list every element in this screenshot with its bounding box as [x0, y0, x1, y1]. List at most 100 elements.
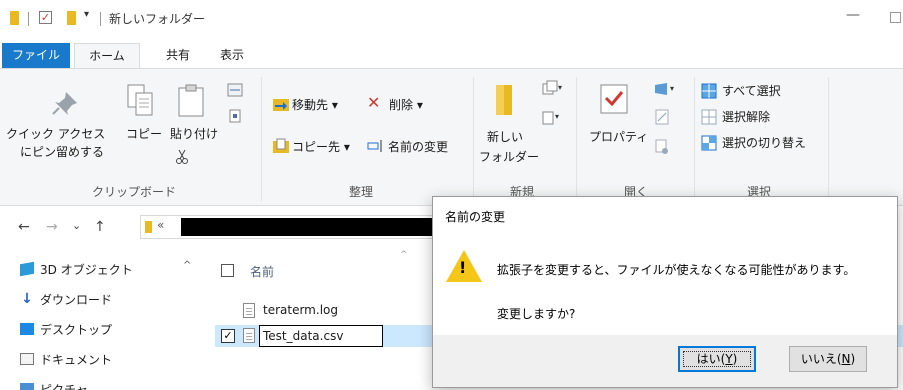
column-header-name[interactable]: 名前	[250, 263, 274, 280]
minimize-button[interactable]: —	[846, 7, 860, 23]
address-bar[interactable]: «	[140, 215, 440, 239]
select-all-label: すべて選択	[722, 84, 781, 98]
rename-warning-dialog: 名前の変更 ! 拡張子を変更すると、ファイルが使えなくなる可能性があります。 変…	[432, 196, 898, 388]
text-file-icon	[243, 303, 255, 318]
new-folder-quick-icon[interactable]	[67, 11, 76, 25]
yes-button[interactable]: はい(Y)	[678, 346, 756, 372]
separator	[100, 12, 101, 26]
rename-label: 名前の変更	[388, 140, 449, 154]
open-icon[interactable]: ▾	[653, 81, 677, 97]
paste-label: 貼り付け	[170, 127, 219, 141]
dialog-body: ! 拡張子を変更すると、ファイルが使えなくなる可能性があります。 変更しますか?	[433, 231, 897, 335]
cut-icon[interactable]	[175, 149, 189, 165]
tab-home[interactable]: ホーム	[74, 43, 140, 69]
recent-locations-button[interactable]: ⌄	[72, 219, 81, 232]
nav-item-label: ピクチャ	[40, 382, 88, 390]
back-button[interactable]: ←	[18, 219, 30, 235]
maximize-button[interactable]	[890, 12, 901, 23]
nav-item-pictures[interactable]: ピクチャ	[20, 378, 88, 390]
sort-indicator: ^	[400, 250, 408, 260]
nav-item-desktop[interactable]: デスクトップ	[20, 318, 112, 340]
group-separator	[694, 77, 695, 201]
history-icon[interactable]	[655, 139, 669, 155]
dialog-message: 拡張子を変更すると、ファイルが使えなくなる可能性があります。	[497, 263, 856, 277]
new-folder-icon	[496, 85, 512, 115]
group-separator	[473, 77, 474, 201]
invert-selection-icon	[701, 135, 717, 151]
focus-ring	[683, 351, 751, 367]
new-folder-label: 新しい	[487, 130, 524, 144]
file-name: teraterm.log	[263, 303, 338, 317]
csv-file-icon	[243, 328, 255, 343]
folder-icon	[145, 221, 152, 233]
new-item-icon[interactable]: ▾	[542, 80, 562, 96]
customize-quick-access-dropdown[interactable]: ▾	[84, 9, 89, 20]
select-all-checkbox[interactable]	[221, 264, 234, 277]
document-icon	[20, 353, 34, 365]
new-folder-label-2: フォルダー	[479, 150, 540, 164]
properties-icon	[600, 84, 628, 114]
group-separator	[261, 77, 262, 201]
row-checkbox[interactable]: ✓	[221, 329, 235, 343]
svg-text:▾: ▾	[555, 112, 559, 121]
properties-label: プロパティ	[589, 130, 649, 144]
copy-icon	[127, 84, 153, 116]
select-none-label: 選択解除	[722, 110, 771, 124]
edit-icon[interactable]	[655, 109, 669, 125]
nav-item-documents[interactable]: ドキュメント	[20, 348, 112, 370]
scroll-up-arrow[interactable]: ^	[183, 260, 191, 271]
up-button[interactable]: ↑	[94, 219, 106, 235]
cube-icon	[20, 261, 34, 277]
pin-label-2: にピン留めする	[20, 145, 105, 159]
copy-to-label: コピー先 ▾	[292, 140, 350, 154]
separator	[28, 12, 29, 26]
no-label-close: )	[850, 352, 856, 366]
svg-text:▾: ▾	[558, 83, 562, 92]
group-separator	[576, 77, 577, 201]
nav-item-3d-objects[interactable]: 3D オブジェクト	[20, 258, 133, 280]
nav-item-label: 3D オブジェクト	[40, 262, 133, 277]
desktop-icon	[20, 323, 34, 335]
delete-icon: ✕	[367, 93, 381, 112]
download-icon: ↓	[21, 291, 33, 307]
title-bar: ✓ ▾ 新しいフォルダー —	[0, 0, 903, 36]
tab-share[interactable]: 共有	[156, 43, 200, 69]
no-label: いいえ(	[800, 352, 842, 366]
move-to-icon	[273, 99, 289, 111]
dialog-title-bar: 名前の変更	[433, 197, 897, 231]
warning-mark: !	[459, 258, 467, 277]
no-button[interactable]: いいえ(N)	[789, 346, 867, 372]
copy-to-icon	[273, 138, 289, 153]
copy-path-icon[interactable]	[227, 83, 243, 97]
properties-quick-icon[interactable]: ✓	[39, 11, 52, 24]
pin-icon	[52, 92, 77, 115]
rename-icon	[367, 140, 382, 152]
tab-view[interactable]: 表示	[210, 43, 254, 69]
folder-icon	[10, 11, 19, 25]
pictures-icon	[20, 383, 34, 390]
navigation-pane: ^ 3D オブジェクト ↓ ダウンロード デスクトップ ドキュメント ピクチャ	[0, 248, 205, 390]
forward-button[interactable]: →	[46, 219, 58, 235]
organize-group-label: 整理	[349, 185, 374, 199]
nav-item-label: ダウンロード	[40, 292, 113, 307]
easy-access-icon[interactable]: ▾	[542, 109, 562, 125]
address-overflow-chevron[interactable]: «	[157, 218, 164, 232]
move-to-label: 移動先 ▾	[292, 98, 338, 112]
group-separator	[828, 77, 829, 201]
rename-input[interactable]: Test_data.csv	[259, 325, 383, 347]
clipboard-group-label: クリップボード	[92, 185, 177, 199]
window-title: 新しいフォルダー	[109, 12, 206, 26]
nav-item-label: ドキュメント	[40, 352, 113, 367]
delete-label: 削除 ▾	[389, 98, 423, 112]
dialog-title: 名前の変更	[445, 210, 506, 224]
nav-item-label: デスクトップ	[40, 322, 113, 337]
pin-label: クイック アクセス	[6, 127, 106, 141]
redacted-path	[181, 218, 439, 236]
nav-item-downloads[interactable]: ↓ ダウンロード	[20, 288, 112, 310]
paste-shortcut-icon[interactable]	[229, 109, 241, 123]
select-all-icon	[701, 83, 717, 99]
ribbon-tabs: ファイル ホーム 共有 表示	[0, 36, 903, 69]
svg-text:▾: ▾	[670, 84, 674, 93]
tab-file[interactable]: ファイル	[2, 43, 70, 69]
select-none-icon	[701, 109, 717, 125]
